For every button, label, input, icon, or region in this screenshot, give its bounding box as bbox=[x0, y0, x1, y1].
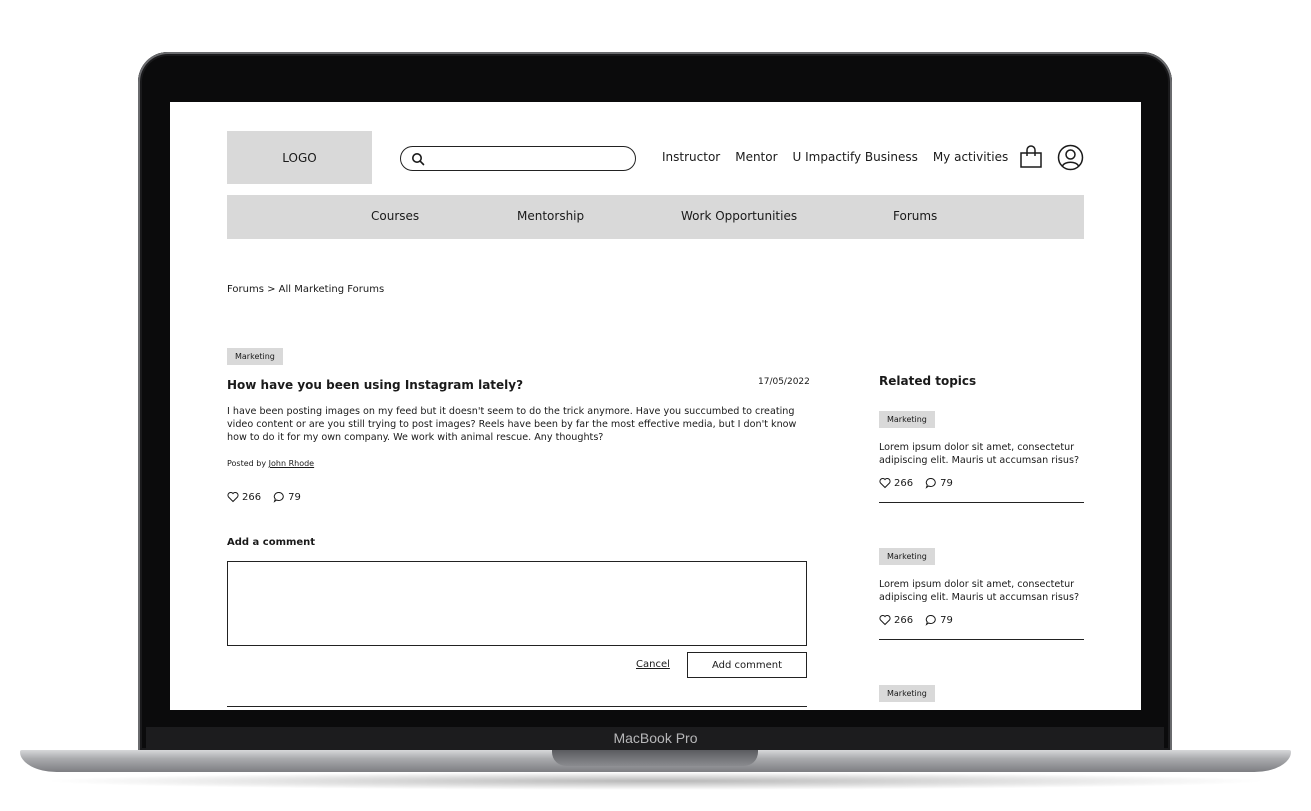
logo[interactable]: LOGO bbox=[227, 131, 372, 184]
tab-mentorship[interactable]: Mentorship bbox=[517, 209, 584, 223]
posted-by: Posted by John Rhode bbox=[227, 459, 314, 468]
divider bbox=[227, 706, 807, 707]
comment-bubble-icon[interactable] bbox=[273, 491, 285, 503]
related-topic-item[interactable]: Marketing bbox=[879, 681, 1084, 702]
heart-icon[interactable] bbox=[879, 614, 891, 626]
user-account-icon[interactable] bbox=[1057, 144, 1084, 171]
tab-forums[interactable]: Forums bbox=[893, 209, 937, 223]
add-comment-button[interactable]: Add comment bbox=[687, 652, 807, 678]
tab-courses[interactable]: Courses bbox=[371, 209, 419, 223]
comment-bubble-icon[interactable] bbox=[925, 477, 937, 489]
post-title: How have you been using Instagram lately… bbox=[227, 378, 524, 392]
related-tag[interactable]: Marketing bbox=[879, 685, 935, 702]
divider bbox=[879, 502, 1084, 503]
like-count: 266 bbox=[894, 614, 914, 626]
comment-group: 79 bbox=[925, 477, 953, 489]
post-stats: 266 79 bbox=[227, 491, 301, 503]
cancel-link[interactable]: Cancel bbox=[636, 659, 670, 670]
heart-icon[interactable] bbox=[227, 491, 239, 503]
related-stats: 266 79 bbox=[879, 477, 1084, 489]
like-count: 266 bbox=[242, 491, 262, 503]
post-date: 17/05/2022 bbox=[758, 377, 810, 387]
comment-input[interactable] bbox=[227, 561, 807, 646]
comment-count: 79 bbox=[940, 614, 953, 626]
comment-count: 79 bbox=[288, 491, 301, 503]
comment-count: 79 bbox=[940, 477, 953, 489]
screen: LOGO Instructor Mentor U Impactify Busin… bbox=[170, 102, 1141, 710]
tab-work-opportunities[interactable]: Work Opportunities bbox=[681, 209, 797, 223]
posted-by-prefix: Posted by bbox=[227, 459, 269, 468]
comment-bubble-icon[interactable] bbox=[925, 614, 937, 626]
like-count: 266 bbox=[894, 477, 914, 489]
laptop-shadow bbox=[40, 772, 1271, 790]
nav-link-my-activities[interactable]: My activities bbox=[933, 150, 1008, 164]
nav-link-instructor[interactable]: Instructor bbox=[662, 150, 720, 164]
search-bar[interactable] bbox=[400, 146, 636, 171]
related-topic-item[interactable]: Marketing Lorem ipsum dolor sit amet, co… bbox=[879, 544, 1084, 640]
related-topics-title: Related topics bbox=[879, 374, 977, 388]
main-nav: Courses Mentorship Work Opportunities Fo… bbox=[227, 195, 1084, 239]
nav-link-business[interactable]: U Impactify Business bbox=[793, 150, 918, 164]
related-tag[interactable]: Marketing bbox=[879, 548, 935, 565]
post-body: I have been posting images on my feed bu… bbox=[227, 406, 797, 443]
shopping-bag-icon[interactable] bbox=[1019, 145, 1043, 169]
device-mockup: MacBook Pro LOGO Instructor Mentor U Imp… bbox=[0, 0, 1311, 811]
comment-group: 79 bbox=[925, 614, 953, 626]
related-topic-item[interactable]: Marketing Lorem ipsum dolor sit amet, co… bbox=[879, 407, 1084, 503]
comment-group: 79 bbox=[273, 491, 301, 503]
breadcrumb[interactable]: Forums > All Marketing Forums bbox=[227, 284, 384, 295]
related-text: Lorem ipsum dolor sit amet, consectetur … bbox=[879, 579, 1080, 603]
laptop-notch bbox=[552, 750, 758, 766]
search-icon bbox=[412, 153, 425, 166]
logo-text: LOGO bbox=[282, 150, 317, 165]
heart-icon[interactable] bbox=[879, 477, 891, 489]
related-stats: 266 79 bbox=[879, 614, 1084, 626]
nav-link-mentor[interactable]: Mentor bbox=[735, 150, 777, 164]
author-link[interactable]: John Rhode bbox=[269, 459, 314, 468]
device-label: MacBook Pro bbox=[613, 730, 698, 746]
search-input[interactable] bbox=[429, 149, 629, 170]
divider bbox=[879, 639, 1084, 640]
top-nav: Instructor Mentor U Impactify Business M… bbox=[662, 150, 1008, 164]
related-text: Lorem ipsum dolor sit amet, consectetur … bbox=[879, 442, 1080, 466]
post-tag[interactable]: Marketing bbox=[227, 348, 283, 365]
related-tag[interactable]: Marketing bbox=[879, 411, 935, 428]
add-comment-label: Add a comment bbox=[227, 537, 316, 548]
